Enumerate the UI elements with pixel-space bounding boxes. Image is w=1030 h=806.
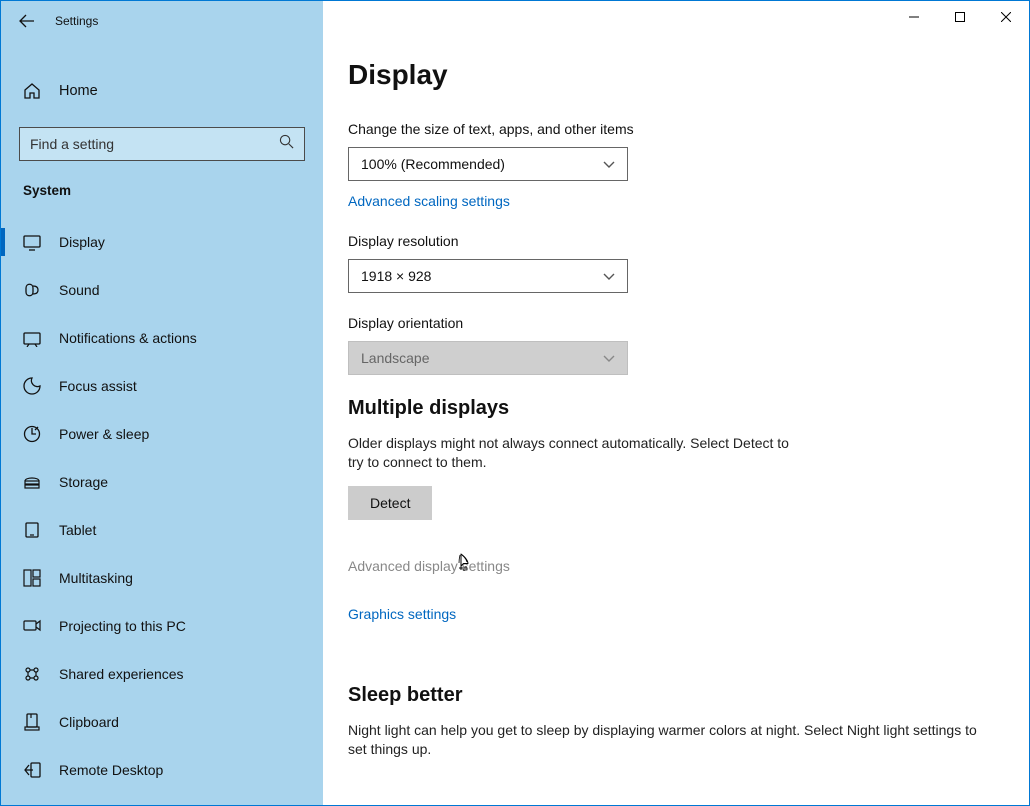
sidebar-header: Settings <box>1 1 323 41</box>
sidebar-item-storage[interactable]: Storage <box>1 458 323 506</box>
search-box[interactable] <box>19 127 305 161</box>
sidebar-item-clipboard[interactable]: Clipboard <box>1 698 323 746</box>
sidebar-item-power-sleep[interactable]: Power & sleep <box>1 410 323 458</box>
sidebar-item-label: Tablet <box>59 522 96 538</box>
sidebar-item-display[interactable]: Display <box>1 218 323 266</box>
chevron-down-icon <box>603 158 615 170</box>
remote-desktop-icon <box>23 761 41 779</box>
scale-label: Change the size of text, apps, and other… <box>348 121 989 137</box>
clipboard-icon <box>23 713 41 731</box>
close-button[interactable] <box>983 1 1029 33</box>
sidebar-item-tablet[interactable]: Tablet <box>1 506 323 554</box>
sidebar-item-label: Clipboard <box>59 714 119 730</box>
search-icon <box>279 134 294 154</box>
sidebar-item-label: Focus assist <box>59 378 137 394</box>
sidebar-list: Display Sound Notifications & actions Focus… <box>1 218 323 805</box>
advanced-display-link[interactable]: Advanced display settings <box>348 558 510 574</box>
window-controls <box>891 1 1029 33</box>
display-icon <box>23 233 41 251</box>
minimize-button[interactable] <box>891 1 937 33</box>
sidebar-item-label: Shared experiences <box>59 666 184 682</box>
sidebar-item-label: Multitasking <box>59 570 133 586</box>
sidebar-item-label: Projecting to this PC <box>59 618 186 634</box>
notifications-icon <box>23 329 41 347</box>
page-title: Display <box>348 59 989 91</box>
projecting-icon <box>23 617 41 635</box>
home-nav[interactable]: Home <box>1 67 323 115</box>
multitasking-icon <box>23 569 41 587</box>
shared-experiences-icon <box>23 665 41 683</box>
home-label: Home <box>59 83 98 99</box>
resolution-dropdown[interactable]: 1918 × 928 <box>348 259 628 293</box>
scale-dropdown[interactable]: 100% (Recommended) <box>348 147 628 181</box>
home-icon <box>23 82 41 100</box>
sidebar-item-projecting-to-this-pc[interactable]: Projecting to this PC <box>1 602 323 650</box>
resolution-value: 1918 × 928 <box>361 268 431 284</box>
sidebar-item-shared-experiences[interactable]: Shared experiences <box>1 650 323 698</box>
sidebar-item-multitasking[interactable]: Multitasking <box>1 554 323 602</box>
sidebar-item-label: Power & sleep <box>59 426 149 442</box>
sidebar-item-label: Remote Desktop <box>59 762 163 778</box>
sidebar-item-label: Sound <box>59 282 99 298</box>
chevron-down-icon <box>603 270 615 282</box>
power-sleep-icon <box>23 425 41 443</box>
section-heading: System <box>1 161 323 208</box>
tablet-icon <box>23 521 41 539</box>
advanced-scaling-link[interactable]: Advanced scaling settings <box>348 193 510 209</box>
storage-icon <box>23 473 41 491</box>
sidebar-item-focus-assist[interactable]: Focus assist <box>1 362 323 410</box>
sleep-better-heading: Sleep better <box>348 684 989 707</box>
maximize-button[interactable] <box>937 1 983 33</box>
sidebar-item-sound[interactable]: Sound <box>1 266 323 314</box>
close-icon <box>1001 12 1011 22</box>
detect-button[interactable]: Detect <box>348 486 432 520</box>
minimize-icon <box>909 12 919 22</box>
orientation-label: Display orientation <box>348 315 989 331</box>
sleep-better-body: Night light can help you get to sleep by… <box>348 721 988 759</box>
sidebar: Settings Home System Display Sound Notific… <box>1 1 323 805</box>
sidebar-item-about[interactable]: About <box>1 794 323 805</box>
scale-value: 100% (Recommended) <box>361 156 505 172</box>
graphics-settings-link[interactable]: Graphics settings <box>348 606 456 622</box>
focus-assist-icon <box>23 377 41 395</box>
arrow-left-icon <box>19 13 35 29</box>
multiple-displays-body: Older displays might not always connect … <box>348 434 793 472</box>
multiple-displays-heading: Multiple displays <box>348 397 989 420</box>
sidebar-item-notifications-actions[interactable]: Notifications & actions <box>1 314 323 362</box>
search-input[interactable] <box>30 136 279 152</box>
orientation-dropdown: Landscape <box>348 341 628 375</box>
sound-icon <box>23 281 41 299</box>
chevron-down-icon <box>603 352 615 364</box>
sidebar-item-label: Notifications & actions <box>59 330 197 346</box>
sidebar-item-label: Storage <box>59 474 108 490</box>
sidebar-item-label: Display <box>59 234 105 250</box>
maximize-icon <box>955 12 965 22</box>
orientation-value: Landscape <box>361 350 430 366</box>
back-button[interactable] <box>19 13 35 29</box>
content-pane: Display Change the size of text, apps, a… <box>323 1 1029 805</box>
sidebar-item-remote-desktop[interactable]: Remote Desktop <box>1 746 323 794</box>
resolution-label: Display resolution <box>348 233 989 249</box>
app-title: Settings <box>55 14 98 28</box>
